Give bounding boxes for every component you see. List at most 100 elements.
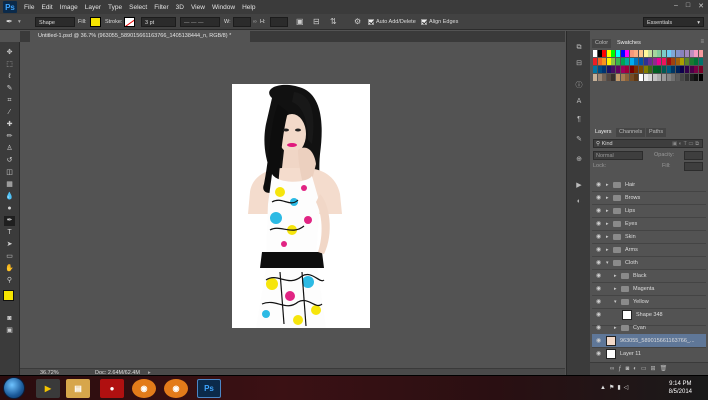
character-icon[interactable]: A: [574, 97, 584, 106]
swatch[interactable]: [620, 50, 625, 57]
height-field[interactable]: [270, 17, 288, 27]
swatch[interactable]: [606, 74, 611, 81]
quick-mask-icon[interactable]: ◙: [4, 314, 15, 324]
menu-window[interactable]: Window: [212, 4, 235, 11]
panel-menu-icon[interactable]: ≡: [700, 39, 704, 45]
swatch[interactable]: [639, 50, 643, 57]
layer-row[interactable]: ◉ ▾ Yellow: [592, 295, 706, 309]
tab-channels[interactable]: Channels: [616, 128, 646, 137]
swatch[interactable]: [680, 66, 685, 73]
layer-row[interactable]: ◉ ▸ Cyan: [592, 321, 706, 335]
document-tab[interactable]: Untitled-1.psd @ 36.7% (963055_589015661…: [30, 31, 250, 42]
swatch[interactable]: [616, 50, 620, 57]
paragraph-icon[interactable]: ¶: [574, 115, 584, 124]
swatch[interactable]: [593, 50, 597, 57]
tool-mode-select[interactable]: Shape: [35, 17, 75, 27]
swatch[interactable]: [648, 58, 653, 65]
brush-tool-icon[interactable]: ✏: [4, 132, 15, 142]
visibility-eye-icon[interactable]: ◉: [596, 256, 601, 270]
fill-swatch[interactable]: [90, 17, 101, 27]
layer-row[interactable]: ◉ ▸ Black: [592, 269, 706, 283]
gear-icon[interactable]: ⚙: [354, 17, 361, 27]
swatch[interactable]: [662, 74, 666, 81]
layer-row[interactable]: ◉ ▸ Eyes: [592, 217, 706, 231]
chevron-right-icon[interactable]: ▸: [606, 204, 609, 218]
swatch[interactable]: [698, 50, 703, 57]
swatch[interactable]: [634, 66, 639, 73]
chevron-right-icon[interactable]: ▸: [606, 178, 609, 192]
firefox-icon[interactable]: ◉: [164, 379, 188, 398]
swatch[interactable]: [648, 50, 653, 57]
pen-tool-icon[interactable]: ✒: [4, 216, 15, 226]
swatch[interactable]: [666, 66, 671, 73]
gradient-tool-icon[interactable]: ▦: [4, 180, 15, 190]
swatch[interactable]: [639, 66, 643, 73]
swatch[interactable]: [666, 74, 671, 81]
chevron-right-icon[interactable]: ▸: [606, 230, 609, 244]
path-arrange-icon[interactable]: ⇅: [330, 17, 337, 27]
menu-type[interactable]: Type: [108, 4, 122, 11]
layer-row[interactable]: ◉ ▾ Cloth: [592, 256, 706, 270]
swatch[interactable]: [629, 58, 634, 65]
swatch[interactable]: [652, 58, 657, 65]
swatch[interactable]: [657, 58, 662, 65]
shape-tool-icon[interactable]: ▭: [4, 252, 15, 262]
info-icon[interactable]: ⓘ: [574, 81, 584, 90]
clone-source-icon[interactable]: ⊕: [574, 155, 584, 164]
swatch[interactable]: [634, 50, 639, 57]
visibility-eye-icon[interactable]: ◉: [596, 191, 601, 205]
blur-tool-icon[interactable]: 💧: [4, 192, 15, 202]
actions-icon[interactable]: ▶: [574, 181, 584, 190]
swatch[interactable]: [593, 74, 597, 81]
layer-row[interactable]: ◉ 963055_589015661163766_...: [592, 334, 706, 348]
chevron-right-icon[interactable]: ▸: [614, 282, 617, 296]
chevron-right-icon[interactable]: ▸: [614, 321, 617, 335]
layer-row[interactable]: ◉ Layer 11: [592, 347, 706, 360]
swatch[interactable]: [694, 58, 699, 65]
layer-row[interactable]: ◉ ▸ Skin: [592, 230, 706, 244]
chevron-down-icon[interactable]: ▾: [606, 256, 609, 270]
blend-mode-select[interactable]: Normal: [593, 151, 643, 160]
auto-add-delete-checkbox[interactable]: Auto Add/Delete: [368, 17, 416, 27]
menu-select[interactable]: Select: [129, 4, 147, 11]
swatch[interactable]: [662, 66, 666, 73]
swatch[interactable]: [634, 58, 639, 65]
quick-select-tool-icon[interactable]: ✎: [4, 84, 15, 94]
photoshop-taskbar-icon[interactable]: Ps: [197, 379, 221, 398]
marquee-tool-icon[interactable]: ⬚: [4, 60, 15, 70]
swatch[interactable]: [652, 66, 657, 73]
adjustment-layer-icon[interactable]: ◐: [633, 366, 641, 372]
swatch[interactable]: [698, 74, 703, 81]
menu-view[interactable]: View: [191, 4, 205, 11]
visibility-eye-icon[interactable]: ◉: [596, 217, 601, 231]
tab-swatches[interactable]: Swatches: [614, 39, 644, 48]
width-field[interactable]: [233, 17, 251, 27]
tab-color[interactable]: Color: [592, 39, 612, 48]
system-clock[interactable]: 9:14 PM 8/5/2014: [669, 380, 692, 396]
swatch[interactable]: [597, 74, 602, 81]
path-select-tool-icon[interactable]: ➤: [4, 240, 15, 250]
swatch[interactable]: [629, 74, 634, 81]
swatch[interactable]: [620, 66, 625, 73]
swatch[interactable]: [611, 66, 616, 73]
layer-row[interactable]: ◉ ▸ Magenta: [592, 282, 706, 296]
swatch[interactable]: [675, 58, 680, 65]
swatch[interactable]: [625, 74, 630, 81]
layer-filter-select[interactable]: ⚲ Kind ▣ ◐ T ▭ ⧉: [593, 139, 703, 148]
swatch[interactable]: [639, 58, 643, 65]
swatch[interactable]: [671, 66, 676, 73]
chevron-right-icon[interactable]: ▸: [606, 243, 609, 257]
swatch[interactable]: [689, 58, 694, 65]
swatch[interactable]: [606, 50, 611, 57]
swatch[interactable]: [648, 66, 653, 73]
swatch[interactable]: [602, 58, 607, 65]
visibility-eye-icon[interactable]: ◉: [596, 308, 601, 322]
path-ops-icon[interactable]: ▣: [296, 17, 304, 27]
swatch[interactable]: [662, 58, 666, 65]
tool-preset-chevron-icon[interactable]: ▾: [18, 17, 21, 27]
visibility-eye-icon[interactable]: ◉: [596, 204, 601, 218]
swatch[interactable]: [657, 50, 662, 57]
swatch[interactable]: [625, 58, 630, 65]
swatch[interactable]: [662, 50, 666, 57]
swatch[interactable]: [611, 50, 616, 57]
